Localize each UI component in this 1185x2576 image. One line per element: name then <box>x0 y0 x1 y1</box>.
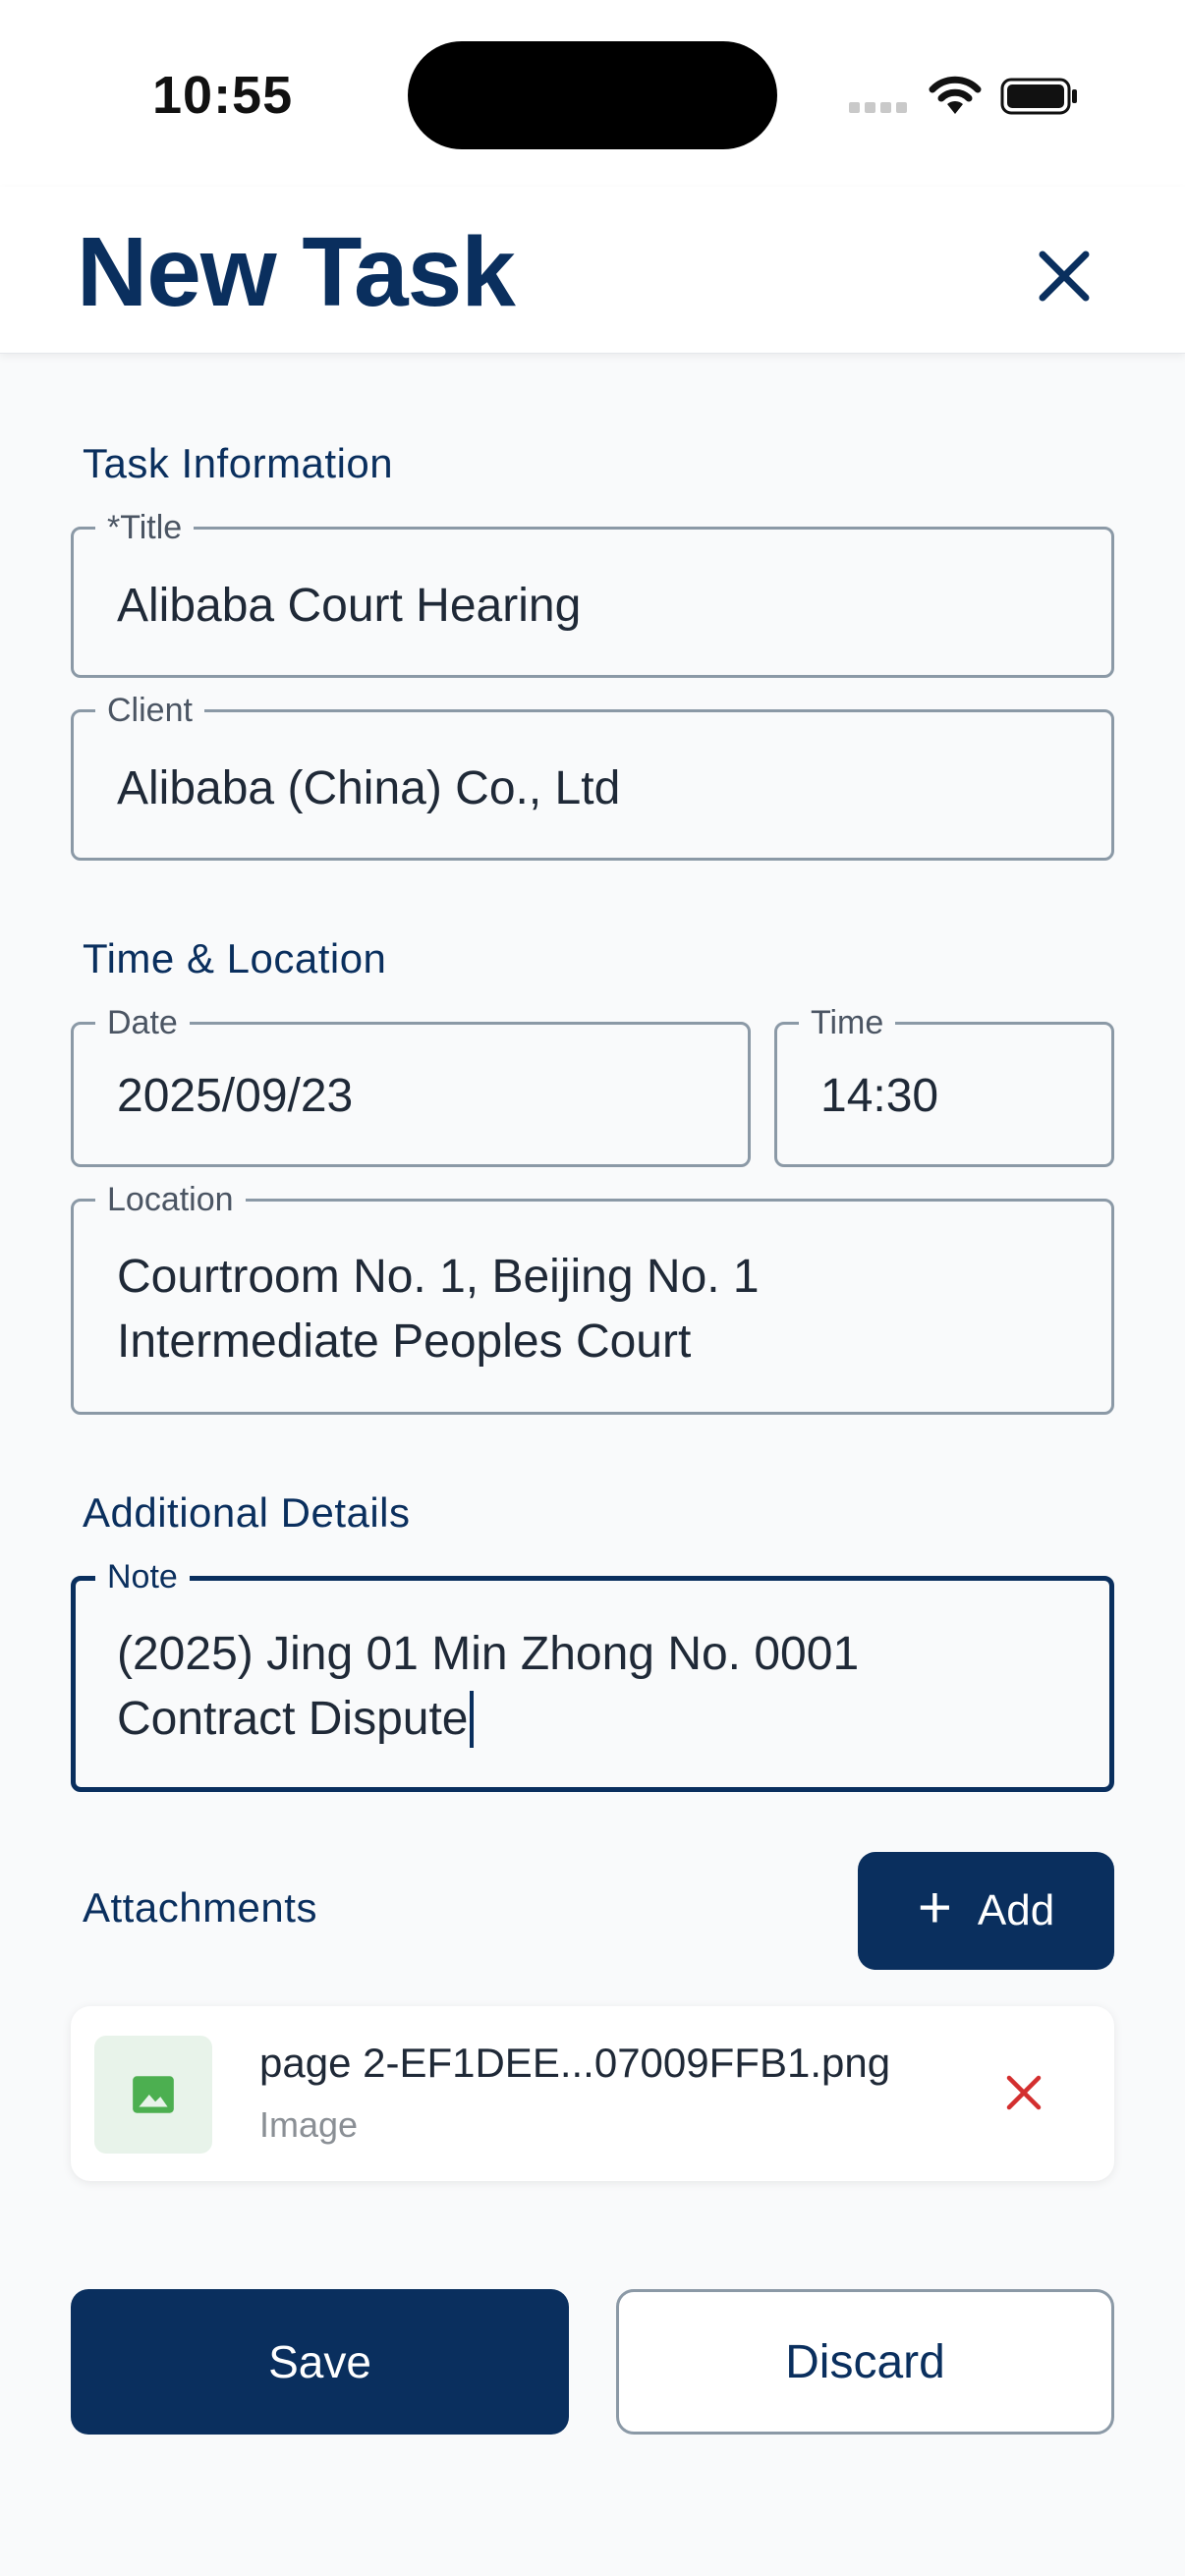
wifi-icon <box>929 76 982 114</box>
note-field-value: (2025) Jing 01 Min Zhong No. 0001 Contra… <box>117 1622 859 1752</box>
title-field[interactable]: *Title Alibaba Court Hearing <box>71 508 1114 678</box>
client-field-label: Client <box>95 691 204 730</box>
location-field-value: Courtroom No. 1, Beijing No. 1 Intermedi… <box>117 1251 760 1368</box>
time-field-label: Time <box>799 1003 896 1042</box>
close-icon <box>1039 251 1090 302</box>
date-field-value: 2025/09/23 <box>117 1070 354 1122</box>
time-field-value: 14:30 <box>820 1070 939 1122</box>
section-additional-details: Additional Details <box>83 1489 411 1536</box>
location-field[interactable]: Location Courtroom No. 1, Beijing No. 1 … <box>71 1180 1114 1415</box>
note-field[interactable]: Note (2025) Jing 01 Min Zhong No. 0001 C… <box>71 1557 1114 1792</box>
note-field-text: (2025) Jing 01 Min Zhong No. 0001 Contra… <box>117 1628 860 1745</box>
dynamic-island <box>408 41 777 149</box>
title-field-value: Alibaba Court Hearing <box>117 580 582 632</box>
title-field-label: *Title <box>95 508 195 547</box>
remove-attachment-button[interactable] <box>985 2053 1063 2132</box>
battery-icon <box>1000 78 1077 115</box>
remove-icon <box>1006 2075 1042 2110</box>
image-icon <box>133 2076 174 2113</box>
attachment-file-type: Image <box>259 2104 359 2145</box>
status-bar: 10:55 <box>0 0 1185 187</box>
date-field-label: Date <box>95 1003 190 1042</box>
app-header: New Task <box>0 187 1185 354</box>
section-time-location: Time & Location <box>83 935 387 981</box>
attachment-thumbnail <box>94 2036 212 2154</box>
add-attachment-button[interactable]: + Add <box>858 1852 1114 1970</box>
section-task-information: Task Information <box>83 440 394 486</box>
save-button[interactable]: Save <box>71 2289 569 2435</box>
location-field-label: Location <box>95 1180 246 1219</box>
page-title: New Task <box>77 217 516 327</box>
text-cursor <box>469 1691 474 1748</box>
discard-button[interactable]: Discard <box>616 2289 1114 2435</box>
cellular-signal-icon <box>849 102 907 113</box>
plus-icon: + <box>917 1875 952 1940</box>
section-attachments: Attachments <box>83 1884 317 1931</box>
time-field[interactable]: Time 14:30 <box>774 1003 1114 1167</box>
close-button[interactable] <box>1022 234 1106 318</box>
client-field[interactable]: Client Alibaba (China) Co., Ltd <box>71 691 1114 861</box>
add-attachment-label: Add <box>977 1886 1055 1934</box>
note-field-label: Note <box>95 1557 190 1596</box>
attachment-file-name: page 2-EF1DEE...07009FFB1.png <box>259 2040 891 2086</box>
client-field-value: Alibaba (China) Co., Ltd <box>117 762 621 814</box>
status-time: 10:55 <box>152 66 294 125</box>
date-field[interactable]: Date 2025/09/23 <box>71 1003 751 1167</box>
attachment-item[interactable]: page 2-EF1DEE...07009FFB1.png Image <box>71 2006 1114 2181</box>
